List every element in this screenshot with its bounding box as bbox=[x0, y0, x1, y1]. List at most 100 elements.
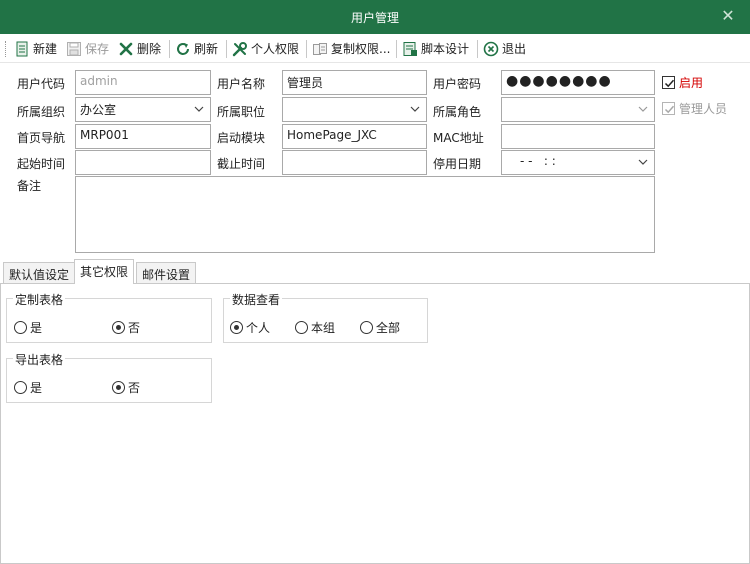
save-icon bbox=[66, 41, 82, 57]
position-select[interactable] bbox=[282, 97, 427, 122]
start-module-field[interactable]: HomePage_JXC bbox=[282, 124, 427, 149]
role-select[interactable] bbox=[501, 97, 655, 122]
export-table-group: 导出表格 是 否 bbox=[6, 351, 212, 403]
password-label: 用户密码 bbox=[433, 77, 482, 91]
start-time-field[interactable] bbox=[75, 150, 211, 175]
mac-field[interactable] bbox=[501, 124, 655, 149]
chevron-down-icon bbox=[410, 106, 420, 112]
enabled-label: 启用 bbox=[679, 76, 704, 90]
tab-strip: 默认值设定 其它权限 邮件设置 bbox=[0, 259, 750, 284]
radio-circle bbox=[14, 381, 27, 394]
radio-circle bbox=[14, 321, 27, 334]
checkbox-box bbox=[662, 102, 675, 115]
disable-date-label: 停用日期 bbox=[433, 157, 482, 171]
remark-textarea[interactable] bbox=[75, 176, 655, 253]
user-code-field[interactable]: admin bbox=[75, 70, 211, 95]
end-time-label: 截止时间 bbox=[217, 157, 266, 171]
end-time-field[interactable] bbox=[282, 150, 427, 175]
script-icon bbox=[402, 41, 418, 57]
tab-other-permissions[interactable]: 其它权限 bbox=[74, 259, 135, 284]
user-code-label: 用户代码 bbox=[17, 77, 66, 91]
copy-permission-label: 复制权限... bbox=[331, 42, 391, 56]
radio-label: 个人 bbox=[246, 321, 271, 335]
user-name-field[interactable]: 管理员 bbox=[282, 70, 427, 95]
exit-icon bbox=[483, 41, 499, 57]
enabled-checkbox[interactable]: 启用 bbox=[662, 74, 703, 91]
custom-table-group: 定制表格 是 否 bbox=[6, 291, 212, 343]
toolbar: 新建 保存 删除 刷新 个人权限 复制权限... 脚本设计 退出 bbox=[0, 34, 750, 63]
home-nav-label: 首页导航 bbox=[17, 131, 66, 145]
home-nav-field[interactable]: MRP001 bbox=[75, 124, 211, 149]
mac-label: MAC地址 bbox=[433, 131, 484, 145]
radio-circle bbox=[112, 381, 125, 394]
user-name-label: 用户名称 bbox=[217, 77, 266, 91]
data-view-personal-radio[interactable]: 个人 bbox=[230, 319, 270, 336]
custom-table-no-radio[interactable]: 否 bbox=[112, 319, 140, 336]
exit-label: 退出 bbox=[502, 42, 527, 56]
data-view-all-radio[interactable]: 全部 bbox=[360, 319, 400, 336]
refresh-button[interactable]: 刷新 bbox=[175, 38, 218, 59]
radio-label: 否 bbox=[128, 321, 141, 335]
export-table-no-radio[interactable]: 否 bbox=[112, 379, 140, 396]
tab-label: 邮件设置 bbox=[142, 268, 191, 282]
disable-date-picker[interactable]: - - : : bbox=[501, 150, 655, 175]
toolbar-separator bbox=[477, 40, 478, 58]
new-label: 新建 bbox=[33, 42, 58, 56]
radio-label: 否 bbox=[128, 381, 141, 395]
radio-circle bbox=[295, 321, 308, 334]
radio-label: 是 bbox=[30, 381, 43, 395]
new-icon bbox=[14, 41, 30, 57]
toolbar-separator bbox=[169, 40, 170, 58]
role-label: 所属角色 bbox=[433, 105, 482, 119]
org-select[interactable]: 办公室 bbox=[75, 97, 211, 122]
group-title: 数据查看 bbox=[230, 291, 283, 308]
group-title: 导出表格 bbox=[13, 351, 66, 368]
data-view-group-radio[interactable]: 本组 bbox=[295, 319, 335, 336]
copy-icon bbox=[312, 41, 328, 57]
tab-mail-settings[interactable]: 邮件设置 bbox=[136, 262, 197, 283]
chevron-down-icon bbox=[638, 106, 648, 112]
tab-panel: 定制表格 是 否 数据查看 个人 本组 全部 导出表格 是 否 bbox=[0, 283, 750, 564]
group-title: 定制表格 bbox=[13, 291, 66, 308]
toolbar-separator bbox=[306, 40, 307, 58]
close-icon[interactable]: ✕ bbox=[720, 7, 736, 25]
title-bar: 用户管理 ✕ bbox=[0, 0, 750, 34]
chevron-down-icon bbox=[638, 159, 648, 165]
export-table-yes-radio[interactable]: 是 bbox=[14, 379, 42, 396]
copy-permission-button[interactable]: 复制权限... bbox=[312, 38, 390, 59]
org-label: 所属组织 bbox=[17, 105, 66, 119]
window-title: 用户管理 bbox=[350, 11, 399, 25]
save-button[interactable]: 保存 bbox=[66, 38, 109, 59]
tab-label: 默认值设定 bbox=[9, 268, 70, 282]
script-design-button[interactable]: 脚本设计 bbox=[402, 38, 469, 59]
remark-label: 备注 bbox=[17, 179, 42, 193]
position-label: 所属职位 bbox=[217, 105, 266, 119]
refresh-icon bbox=[175, 41, 191, 57]
toolbar-grip bbox=[5, 41, 7, 57]
tools-icon bbox=[232, 41, 248, 57]
script-design-label: 脚本设计 bbox=[421, 42, 470, 56]
personal-permission-button[interactable]: 个人权限 bbox=[232, 38, 299, 59]
new-button[interactable]: 新建 bbox=[14, 38, 57, 59]
exit-button[interactable]: 退出 bbox=[483, 38, 526, 59]
delete-label: 删除 bbox=[137, 42, 162, 56]
tab-default-values[interactable]: 默认值设定 bbox=[3, 262, 76, 283]
tab-label: 其它权限 bbox=[80, 265, 129, 279]
delete-button[interactable]: 删除 bbox=[118, 38, 161, 59]
refresh-label: 刷新 bbox=[194, 42, 219, 56]
disable-date-value: - - : : bbox=[520, 154, 556, 168]
delete-icon bbox=[118, 41, 134, 57]
radio-label: 全部 bbox=[376, 321, 401, 335]
personal-permission-label: 个人权限 bbox=[251, 42, 300, 56]
data-view-group: 数据查看 个人 本组 全部 bbox=[223, 291, 428, 343]
toolbar-separator bbox=[396, 40, 397, 58]
chevron-down-icon bbox=[194, 106, 204, 112]
admin-checkbox[interactable]: 管理人员 bbox=[662, 100, 727, 117]
checkbox-box bbox=[662, 76, 675, 89]
org-value: 办公室 bbox=[80, 103, 117, 117]
custom-table-yes-radio[interactable]: 是 bbox=[14, 319, 42, 336]
radio-circle bbox=[230, 321, 243, 334]
password-field[interactable]: ●●●●●●●● bbox=[501, 70, 655, 95]
radio-circle bbox=[112, 321, 125, 334]
start-module-label: 启动模块 bbox=[217, 131, 266, 145]
